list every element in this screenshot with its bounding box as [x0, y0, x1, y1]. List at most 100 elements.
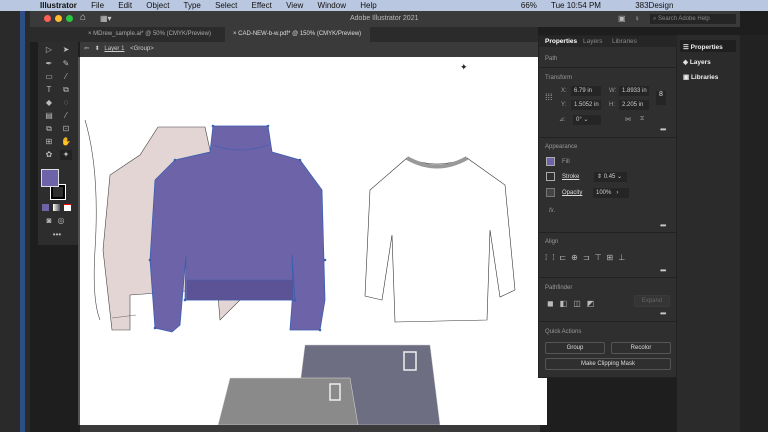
transform-more-button[interactable]: ••• — [660, 125, 666, 134]
stroke-color-swatch[interactable] — [546, 172, 555, 181]
opacity-field[interactable]: 100% › — [593, 188, 629, 198]
tab-cad-new[interactable]: × CAD-NEW-b-w.pdf* @ 150% (CMYK/Preview) — [225, 27, 370, 42]
control-bar: ⇦ ⬍ Layer 1 <Group> — [80, 42, 540, 57]
tab-mdrew-sample[interactable]: × MDrew_sample.ai* @ 50% (CMYK/Preview) — [80, 27, 225, 42]
fill-swatch[interactable] — [41, 169, 59, 187]
rotate-icon: ⊿: — [559, 117, 566, 123]
height-field[interactable]: 2.205 in — [619, 100, 649, 110]
expand-button[interactable]: Expand — [634, 295, 670, 307]
partial-garment-outline — [84, 119, 101, 321]
minimize-window-button[interactable] — [55, 15, 62, 22]
constrain-proportions-icon[interactable]: 8 — [656, 91, 666, 105]
y-field[interactable]: 1.5052 in — [571, 100, 601, 110]
menu-window[interactable]: Window — [318, 1, 346, 10]
more-tools-icon[interactable]: ••• — [51, 230, 63, 240]
make-clipping-mask-button[interactable]: Make Clipping Mask — [545, 358, 671, 370]
eyedropper-tool-icon[interactable]: ⁄ — [60, 111, 72, 121]
tab-properties[interactable]: Properties — [545, 38, 577, 45]
stroke-swatch[interactable] — [50, 184, 66, 200]
align-to-icon[interactable]: ⁞⁞ — [545, 253, 559, 262]
color-mode-icon[interactable] — [42, 204, 49, 211]
menu-file[interactable]: File — [91, 1, 104, 10]
minus-front-icon[interactable]: ◧ — [560, 299, 574, 308]
pathfinder-more-button[interactable]: ••• — [660, 309, 666, 318]
paintbrush-tool-icon[interactable]: ⁄ — [60, 72, 72, 82]
type-tool-icon[interactable]: T — [43, 85, 55, 95]
rotate-value: 0° — [576, 117, 582, 123]
rectangle-tool-icon[interactable]: ▭ — [43, 72, 55, 82]
align-right-icon[interactable]: ⊐ — [583, 253, 595, 262]
close-window-button[interactable] — [44, 15, 51, 22]
tab-label: MDrew_sample.ai* @ 50% (CMYK/Preview) — [93, 31, 211, 37]
gradient-tool-icon[interactable]: ▤ — [43, 111, 55, 121]
unite-icon[interactable]: ◼ — [547, 299, 560, 308]
gradient-mode-icon[interactable] — [53, 204, 60, 211]
group-button[interactable]: Group — [545, 342, 605, 354]
pathfinder-buttons: ◼◧◫◩ — [547, 299, 600, 308]
stroke-weight-field[interactable]: ⇕ 0.45 ⌄ — [594, 172, 627, 182]
search-help-input[interactable]: ⌕ Search Adobe Help — [650, 14, 736, 24]
x-field[interactable]: 6.79 in — [571, 86, 601, 96]
isolation-back-icon[interactable]: ⇦ — [84, 46, 89, 52]
layer-breadcrumb[interactable]: Layer 1 — [104, 46, 124, 52]
flip-horizontal-icon[interactable]: ⋈ — [625, 116, 631, 123]
none-mode-icon[interactable] — [64, 204, 71, 211]
panel-toggle-icon[interactable]: ▣ — [618, 14, 626, 23]
menu-app[interactable]: Illustrator — [40, 1, 77, 10]
menu-type[interactable]: Type — [184, 1, 201, 10]
artboard-tool-icon[interactable]: ⊡ — [60, 124, 72, 134]
flip-vertical-icon[interactable]: ⧖ — [640, 116, 644, 123]
tab-layers[interactable]: Layers — [583, 38, 603, 45]
lasso-tool-icon[interactable]: ◌ — [60, 98, 72, 108]
shape-builder-tool-icon[interactable]: ⧉ — [43, 124, 55, 134]
align-bottom-icon[interactable]: ⊥ — [618, 253, 630, 262]
dock-label: Layers — [689, 59, 711, 66]
opacity-label[interactable]: Opacity — [562, 190, 582, 196]
eraser-tool-icon[interactable]: ◆ — [43, 98, 55, 108]
group-breadcrumb[interactable]: <Group> — [130, 46, 154, 52]
magic-wand-tool-icon[interactable]: ✦ — [60, 150, 72, 160]
scale-tool-icon[interactable]: ⧉ — [60, 85, 72, 95]
hand-tool-icon[interactable]: ✋ — [60, 137, 72, 147]
align-top-icon[interactable]: ⊤ — [595, 253, 607, 262]
exclude-icon[interactable]: ◩ — [587, 299, 601, 308]
dock-libraries[interactable]: ▣ Libraries — [683, 73, 718, 81]
free-transform-tool-icon[interactable]: ⊞ — [43, 137, 55, 147]
dock-properties[interactable]: ☰ Properties — [683, 43, 723, 51]
menu-effect[interactable]: Effect — [252, 1, 272, 10]
artboard[interactable]: ✦ — [80, 57, 547, 425]
symbol-sprayer-tool-icon[interactable]: ✿ — [43, 150, 55, 160]
home-icon[interactable]: ⌂ — [80, 12, 86, 23]
user-name[interactable]: 383Design — [635, 1, 673, 10]
align-more-button[interactable]: ••• — [660, 266, 666, 275]
direct-selection-tool-icon[interactable]: ➤ — [60, 45, 72, 55]
align-left-icon[interactable]: ⊏ — [559, 253, 571, 262]
curvature-tool-icon[interactable]: ✎ — [60, 59, 72, 69]
draw-mode-icon[interactable]: ◙ — [43, 216, 55, 226]
align-center-icon[interactable]: ⊕ — [571, 253, 583, 262]
tab-libraries[interactable]: Libraries — [612, 38, 637, 45]
width-field[interactable]: 1.8933 in — [619, 86, 649, 96]
stroke-label[interactable]: Stroke — [562, 174, 579, 180]
pen-tool-icon[interactable]: ✒ — [43, 59, 55, 69]
effects-button[interactable]: fx. — [549, 208, 555, 214]
menu-edit[interactable]: Edit — [118, 1, 132, 10]
lightbulb-icon[interactable]: ♀ — [634, 14, 640, 23]
dock-layers[interactable]: ◈ Layers — [683, 58, 711, 66]
intersect-icon[interactable]: ◫ — [573, 299, 587, 308]
menu-object[interactable]: Object — [146, 1, 169, 10]
reference-point-icon[interactable]: ⁞⁞⁞ — [545, 92, 553, 102]
screen-mode-icon[interactable]: ◎ — [55, 216, 67, 226]
recolor-button[interactable]: Recolor — [611, 342, 671, 354]
rotate-field[interactable]: 0° ⌄ — [573, 115, 601, 125]
fill-color-swatch[interactable] — [546, 157, 555, 166]
align-middle-icon[interactable]: ⊞ — [607, 253, 619, 262]
zoom-window-button[interactable] — [66, 15, 73, 22]
menu-select[interactable]: Select — [215, 1, 237, 10]
menu-help[interactable]: Help — [360, 1, 376, 10]
appearance-more-button[interactable]: ••• — [660, 221, 666, 230]
menu-view[interactable]: View — [286, 1, 303, 10]
selection-tool-icon[interactable]: ▷ — [43, 45, 55, 55]
workspace-switcher-icon[interactable]: ▦▾ — [100, 14, 112, 23]
desktop-edge-right — [740, 35, 768, 432]
